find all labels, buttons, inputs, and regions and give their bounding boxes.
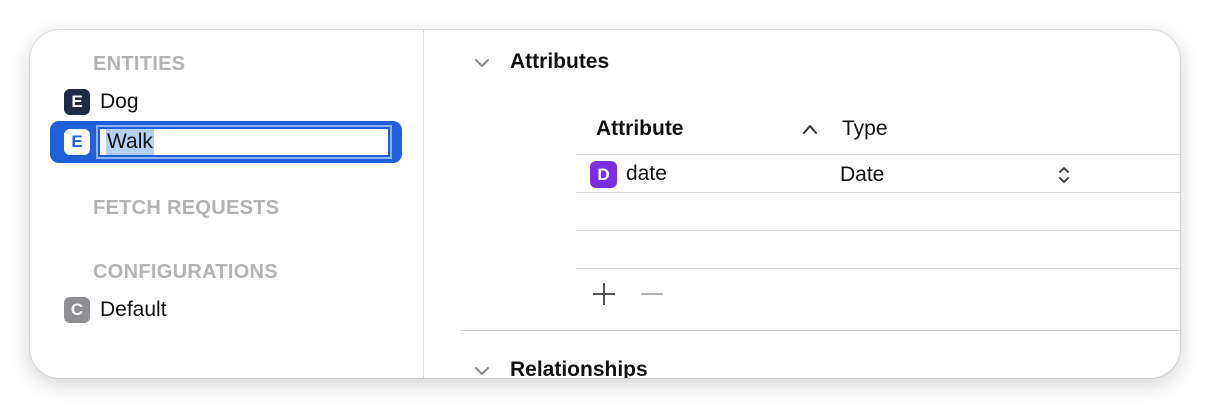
up-down-chevron-icon[interactable]: [1058, 165, 1070, 185]
sidebar: ENTITIES E Dog E Walk FETCH REQUESTS CON…: [30, 30, 424, 378]
column-header-type[interactable]: Type: [842, 117, 888, 141]
column-header-attribute[interactable]: Attribute: [596, 117, 684, 141]
sidebar-item-walk[interactable]: E Walk: [50, 121, 402, 163]
row-divider: [576, 268, 1180, 269]
attribute-type-popup[interactable]: Date: [840, 163, 884, 187]
model-editor-window: ENTITIES E Dog E Walk FETCH REQUESTS CON…: [30, 30, 1180, 378]
row-divider: [576, 154, 1180, 155]
configuration-icon: C: [64, 297, 90, 323]
chevron-down-icon[interactable]: [474, 55, 490, 71]
configurations-header: CONFIGURATIONS: [93, 261, 278, 283]
entity-detail-pane: Attributes Attribute Type D date Date Re…: [424, 30, 1180, 378]
minus-icon[interactable]: [639, 281, 665, 307]
attributes-section-title[interactable]: Attributes: [510, 50, 609, 74]
chevron-down-icon[interactable]: [474, 363, 490, 378]
row-divider: [576, 230, 1180, 231]
entity-name-field[interactable]: Walk: [98, 127, 390, 157]
attribute-name: date: [626, 162, 667, 185]
sidebar-item-label: Default: [100, 298, 167, 321]
row-divider: [576, 192, 1180, 193]
entity-icon: E: [64, 129, 90, 155]
sort-ascending-icon[interactable]: [802, 123, 818, 135]
date-attribute-icon: D: [590, 161, 617, 188]
entity-name-text: Walk: [106, 129, 154, 155]
sidebar-item-dog[interactable]: E Dog: [50, 82, 400, 122]
sidebar-item-label: Dog: [100, 90, 139, 113]
fetch-requests-header: FETCH REQUESTS: [93, 197, 280, 219]
section-divider: [460, 330, 1180, 331]
entities-header: ENTITIES: [93, 53, 186, 75]
relationships-section-title[interactable]: Relationships: [510, 358, 648, 378]
entity-icon: E: [64, 89, 90, 115]
sidebar-item-default[interactable]: C Default: [50, 290, 400, 330]
plus-icon[interactable]: [591, 281, 617, 307]
